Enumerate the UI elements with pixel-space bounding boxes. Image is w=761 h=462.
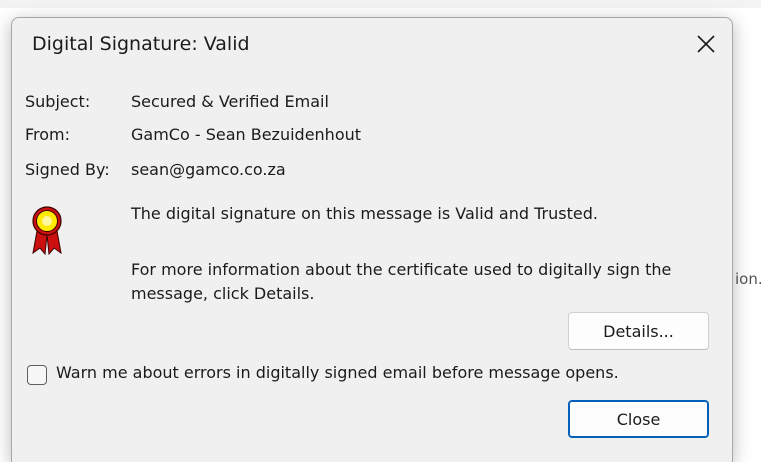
close-button[interactable]: Close: [568, 400, 709, 438]
award-ribbon-icon: [30, 205, 64, 256]
digital-signature-dialog: Digital Signature: Valid Subject: Secure…: [11, 17, 733, 462]
details-info-message: For more information about the certifica…: [131, 260, 672, 303]
from-label: From:: [25, 125, 71, 144]
details-button[interactable]: Details...: [568, 312, 709, 350]
from-value: GamCo - Sean Bezuidenhout: [131, 125, 362, 144]
close-icon[interactable]: [688, 26, 724, 62]
warn-checkbox[interactable]: [27, 365, 47, 385]
signed-by-value: sean@gamco.co.za: [131, 160, 286, 179]
signed-by-label: Signed By:: [25, 160, 110, 179]
background-toolbar-edge: [0, 0, 761, 8]
dialog-title: Digital Signature: Valid: [32, 33, 250, 55]
background-text-fragment: ion.: [735, 270, 761, 288]
warn-checkbox-label[interactable]: Warn me about errors in digitally signed…: [56, 363, 619, 382]
subject-label: Subject:: [25, 92, 91, 111]
subject-value: Secured & Verified Email: [131, 92, 329, 111]
signature-status-message: The digital signature on this message is…: [131, 204, 598, 223]
